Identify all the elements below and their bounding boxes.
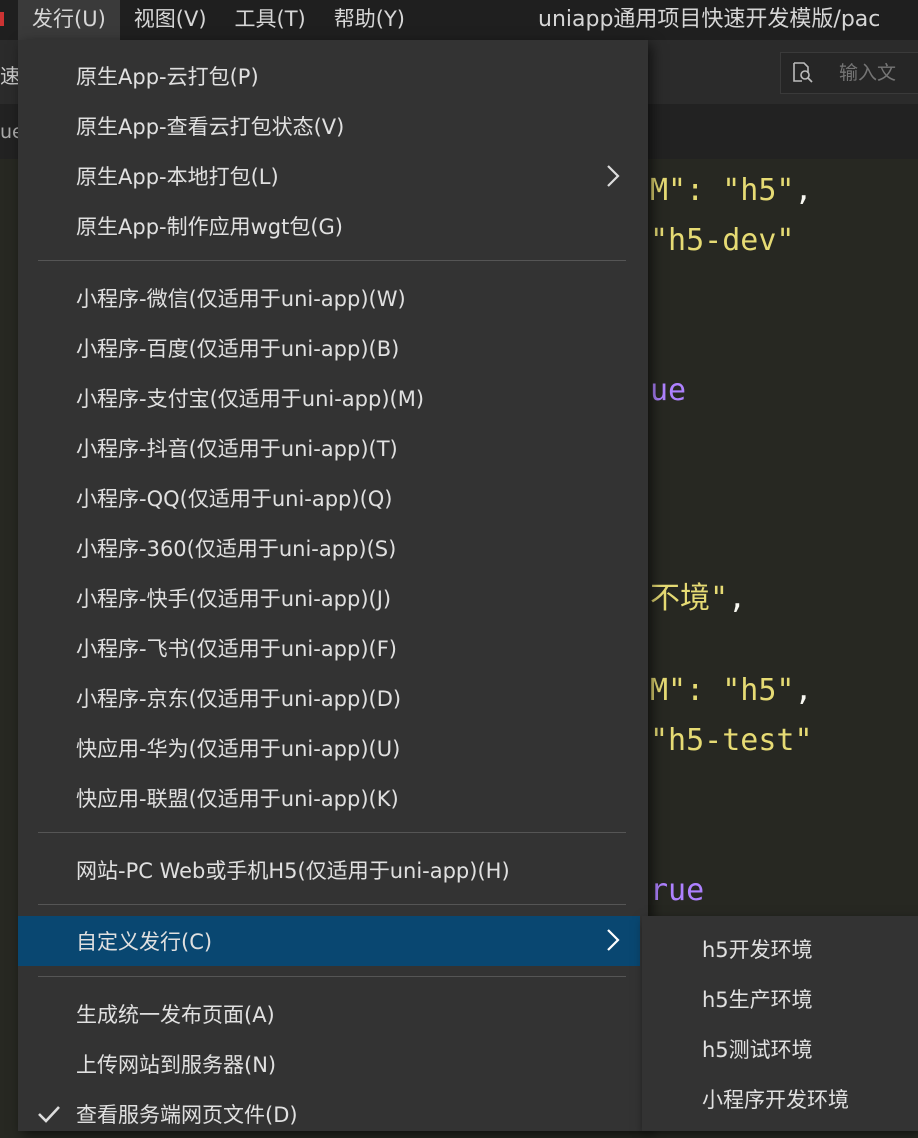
menu-separator: [38, 832, 626, 833]
code-token: 不境": [650, 581, 729, 616]
menu-item-mp-jd[interactable]: 小程序-京东(仅适用于uni-app)(D): [18, 674, 648, 722]
menu-item-label: 查看服务端网页文件(D): [76, 1103, 298, 1127]
menu-item-label: 小程序-快手(仅适用于uni-app)(J): [76, 587, 392, 611]
menu-item-custom-publish[interactable]: 自定义发行(C): [18, 916, 640, 966]
menu-item-label: 快应用-联盟(仅适用于uni-app)(K): [76, 787, 399, 811]
menu-item-label: 生成统一发布页面(A): [76, 1003, 275, 1027]
menu-separator: [38, 976, 626, 977]
menu-item-label: 小程序-QQ(仅适用于uni-app)(Q): [76, 487, 393, 511]
menu-bar: 发行(U) 视图(V) 工具(T) 帮助(Y) uniapp通用项目快速开发模版…: [0, 0, 918, 40]
menu-help[interactable]: 帮助(Y): [320, 0, 419, 40]
menu-item-mp-douyin[interactable]: 小程序-抖音(仅适用于uni-app)(T): [18, 424, 648, 472]
code-token: ue: [650, 373, 687, 408]
menu-item-mp-baidu[interactable]: 小程序-百度(仅适用于uni-app)(B): [18, 324, 648, 372]
menu-item-label: 自定义发行(C): [76, 930, 213, 954]
code-line: rue: [650, 873, 704, 908]
code-line: M": "h5",: [650, 173, 813, 208]
menu-separator: [38, 260, 626, 261]
menu-item-quickapp-union[interactable]: 快应用-联盟(仅适用于uni-app)(K): [18, 774, 648, 822]
menu-item-app-cloud-pack[interactable]: 原生App-云打包(P): [18, 52, 648, 100]
code-line: M": "h5",: [650, 673, 813, 708]
menu-item-mp-feishu[interactable]: 小程序-飞书(仅适用于uni-app)(F): [18, 624, 648, 672]
code-token: M":: [650, 173, 723, 208]
menu-item-label: 上传网站到服务器(N): [76, 1053, 277, 1077]
chevron-right-icon: [607, 929, 620, 951]
menu-item-label: 小程序-飞书(仅适用于uni-app)(F): [76, 637, 397, 661]
menu-item-mp-kuaishou[interactable]: 小程序-快手(仅适用于uni-app)(J): [18, 574, 648, 622]
menu-tools[interactable]: 工具(T): [221, 0, 320, 40]
menu-separator: [38, 904, 626, 905]
menu-item-label: 小程序-微信(仅适用于uni-app)(W): [76, 287, 406, 311]
code-token: "h5-test": [650, 723, 813, 758]
menu-item-upload-site[interactable]: 上传网站到服务器(N): [18, 1040, 648, 1088]
code-token: M":: [650, 673, 723, 708]
search-box[interactable]: [780, 52, 918, 94]
submenu-item-h5-dev[interactable]: h5开发环境: [702, 934, 813, 964]
menu-item-mp-weixin[interactable]: 小程序-微信(仅适用于uni-app)(W): [18, 274, 648, 322]
checkmark-icon: [38, 1106, 60, 1123]
code-token: "h5": [722, 173, 795, 208]
search-input[interactable]: [837, 59, 918, 87]
menu-item-label: 原生App-制作应用wgt包(G): [76, 215, 344, 239]
code-line: "h5-dev": [650, 223, 795, 258]
menu-item-gen-publish-page[interactable]: 生成统一发布页面(A): [18, 990, 648, 1038]
submenu-item-h5-test[interactable]: h5测试环境: [702, 1034, 813, 1064]
menu-item-mp-qq[interactable]: 小程序-QQ(仅适用于uni-app)(Q): [18, 474, 648, 522]
window-indicator: [0, 12, 4, 26]
window-title: uniapp通用项目快速开发模版/pac: [538, 7, 881, 32]
submenu-item-h5-prod[interactable]: h5生产环境: [702, 984, 813, 1014]
code-token: ,: [728, 581, 747, 616]
code-token: rue: [650, 873, 705, 908]
code-line: 不境",: [650, 573, 746, 617]
menu-item-label: 原生App-云打包(P): [76, 65, 259, 89]
publish-menu: 原生App-云打包(P) 原生App-查看云打包状态(V) 原生App-本地打包…: [18, 40, 648, 1131]
search-file-icon: [793, 62, 813, 83]
menu-item-app-cloud-status[interactable]: 原生App-查看云打包状态(V): [18, 102, 648, 150]
menu-item-label: 小程序-百度(仅适用于uni-app)(B): [76, 337, 400, 361]
menu-item-label: 原生App-查看云打包状态(V): [76, 115, 345, 139]
code-token: "h5-dev": [650, 223, 795, 258]
code-token: "h5": [722, 673, 795, 708]
menu-item-label: 快应用-华为(仅适用于uni-app)(U): [76, 737, 401, 761]
menu-item-mp-360[interactable]: 小程序-360(仅适用于uni-app)(S): [18, 524, 648, 572]
submenu-item-mp-dev[interactable]: 小程序开发环境: [702, 1084, 849, 1114]
toolbar-left-text: 速: [0, 64, 20, 88]
menu-item-label: 小程序-360(仅适用于uni-app)(S): [76, 537, 397, 561]
menu-view[interactable]: 视图(V): [120, 0, 221, 40]
menu-publish[interactable]: 发行(U): [18, 0, 120, 40]
menu-item-label: 网站-PC Web或手机H5(仅适用于uni-app)(H): [76, 859, 510, 883]
menu-item-label: 小程序-抖音(仅适用于uni-app)(T): [76, 437, 398, 461]
menu-item-label: 小程序-支付宝(仅适用于uni-app)(M): [76, 387, 425, 411]
custom-publish-submenu: h5开发环境 h5生产环境 h5测试环境 小程序开发环境: [642, 916, 918, 1131]
menu-item-app-local-pack[interactable]: 原生App-本地打包(L): [18, 152, 648, 200]
code-line: "h5-test": [650, 723, 813, 758]
menu-item-label: 原生App-本地打包(L): [76, 165, 279, 189]
menu-item-app-wgt[interactable]: 原生App-制作应用wgt包(G): [18, 202, 648, 250]
code-token: ,: [794, 673, 813, 708]
code-token: ,: [794, 173, 813, 208]
menu-item-mp-alipay[interactable]: 小程序-支付宝(仅适用于uni-app)(M): [18, 374, 648, 422]
menu-item-web-h5[interactable]: 网站-PC Web或手机H5(仅适用于uni-app)(H): [18, 846, 648, 894]
menu-item-quickapp-huawei[interactable]: 快应用-华为(仅适用于uni-app)(U): [18, 724, 648, 772]
chevron-right-icon: [607, 165, 620, 187]
menu-item-label: 小程序-京东(仅适用于uni-app)(D): [76, 687, 402, 711]
code-line: ue: [650, 373, 686, 408]
